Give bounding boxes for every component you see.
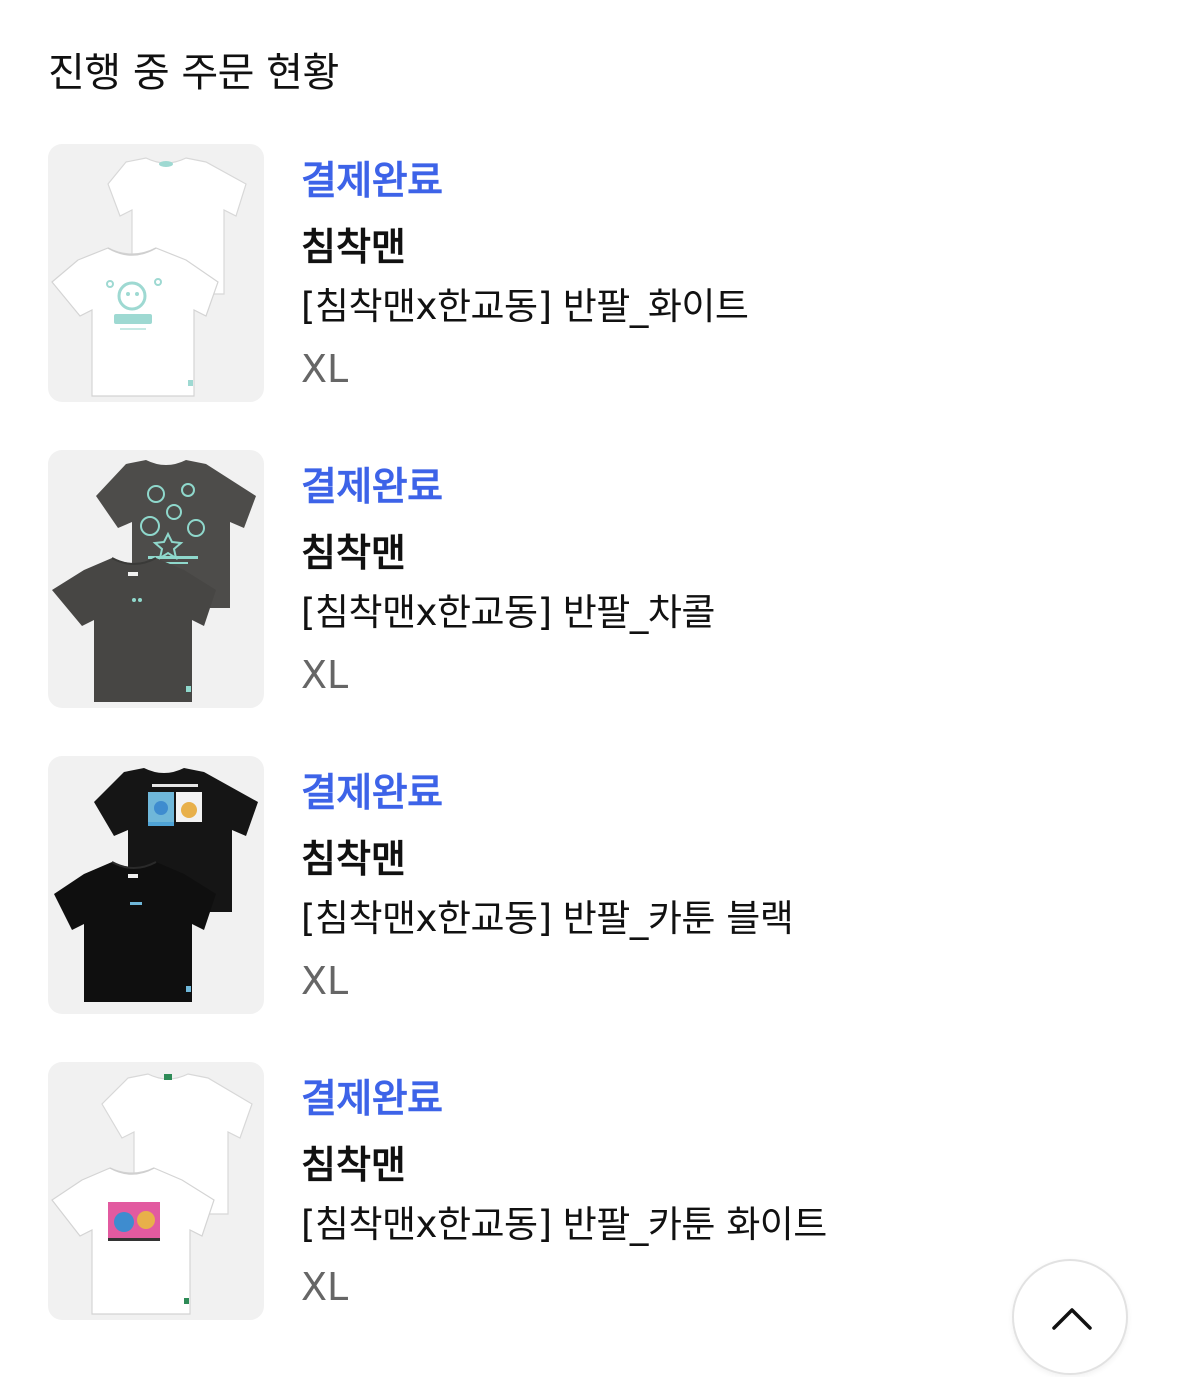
product-name[interactable]: [침착맨x한교동] 반팔_화이트 xyxy=(301,283,749,331)
brand-name: 침착맨 xyxy=(301,1143,406,1187)
order-status: 결제완료 xyxy=(301,1077,443,1122)
order-info: 결제완료 침착맨 [침착맨x한교동] 반팔_카툰 화이트 XL xyxy=(301,1062,827,1311)
scroll-to-top-button[interactable] xyxy=(1012,1259,1128,1375)
tshirt-illustration xyxy=(51,1073,253,1315)
black-cartoon-tshirt-image[interactable] xyxy=(48,756,264,1014)
chevron-up-icon xyxy=(1052,1308,1092,1330)
order-item[interactable]: 결제완료 침착맨 [침착맨x한교동] 반팔_카툰 블랙 XL xyxy=(48,756,1148,1014)
tshirt-illustration xyxy=(54,768,258,1002)
tshirt-illustration xyxy=(52,460,256,702)
tshirt-illustration xyxy=(51,157,247,397)
product-option: XL xyxy=(301,347,349,391)
charcoal-tshirt-image[interactable] xyxy=(48,450,264,708)
order-info: 결제완료 침착맨 [침착맨x한교동] 반팔_화이트 XL xyxy=(301,144,749,393)
product-name[interactable]: [침착맨x한교동] 반팔_차콜 xyxy=(301,589,715,637)
order-info: 결제완료 침착맨 [침착맨x한교동] 반팔_카툰 블랙 XL xyxy=(301,756,794,1005)
product-option: XL xyxy=(301,1265,349,1309)
product-option: XL xyxy=(301,959,349,1003)
white-tshirt-image[interactable] xyxy=(48,144,264,402)
order-item[interactable]: 결제완료 침착맨 [침착맨x한교동] 반팔_화이트 XL xyxy=(48,144,1148,402)
brand-name: 침착맨 xyxy=(301,225,406,269)
section-title: 진행 중 주문 현황 xyxy=(48,50,339,96)
brand-name: 침착맨 xyxy=(301,531,406,575)
order-status: 결제완료 xyxy=(301,159,443,204)
white-cartoon-tshirt-image[interactable] xyxy=(48,1062,264,1320)
order-status: 결제완료 xyxy=(301,465,443,510)
product-name[interactable]: [침착맨x한교동] 반팔_카툰 블랙 xyxy=(301,895,794,943)
order-status: 결제완료 xyxy=(301,771,443,816)
order-item[interactable]: 결제완료 침착맨 [침착맨x한교동] 반팔_카툰 화이트 XL xyxy=(48,1062,1148,1320)
product-name[interactable]: [침착맨x한교동] 반팔_카툰 화이트 xyxy=(301,1201,827,1249)
order-info: 결제완료 침착맨 [침착맨x한교동] 반팔_차콜 XL xyxy=(301,450,715,699)
product-option: XL xyxy=(301,653,349,697)
brand-name: 침착맨 xyxy=(301,837,406,881)
order-item[interactable]: 결제완료 침착맨 [침착맨x한교동] 반팔_차콜 XL xyxy=(48,450,1148,708)
order-list: 결제완료 침착맨 [침착맨x한교동] 반팔_화이트 XL 결제완료 침착맨 [침… xyxy=(48,144,1148,1368)
